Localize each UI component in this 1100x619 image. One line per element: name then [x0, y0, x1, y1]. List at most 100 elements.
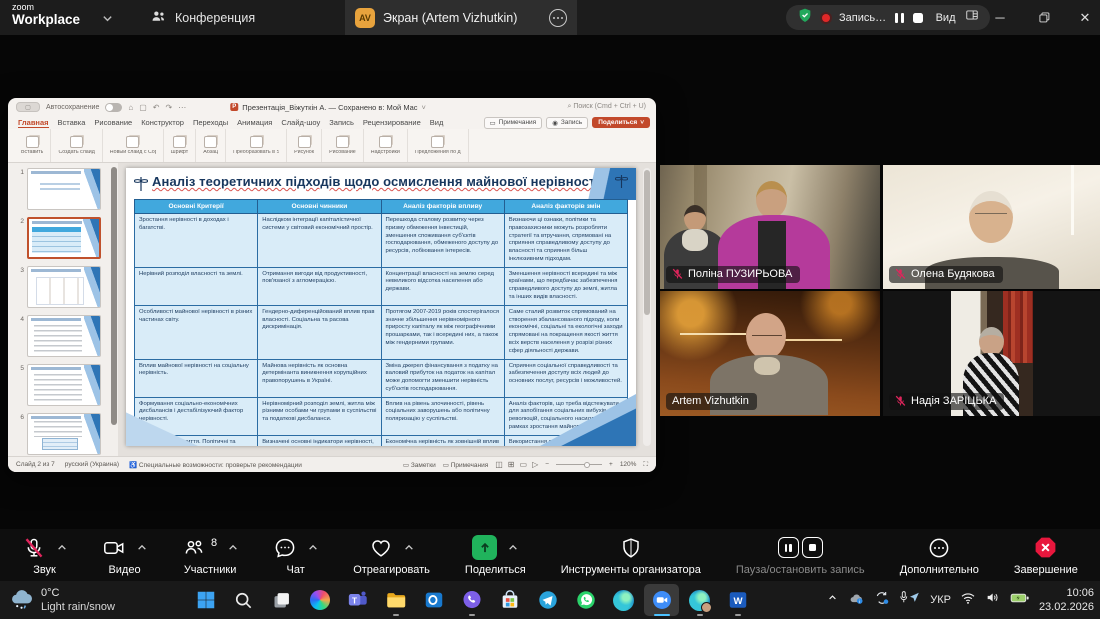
- toolbar-record-pause-button[interactable]: Пауза/остановить запись: [736, 535, 865, 576]
- toolbar-video-button[interactable]: Видео: [102, 535, 147, 576]
- toolbar-participants-button[interactable]: 8Участники: [182, 535, 238, 576]
- close-button[interactable]: ✕: [1070, 0, 1100, 35]
- taskbar-edge-button[interactable]: [606, 584, 641, 616]
- slide-thumbnail-6[interactable]: [27, 413, 101, 455]
- toolbar-chat-button[interactable]: Чат: [273, 535, 318, 576]
- ribbon-group-1[interactable]: Создать слайд: [51, 129, 102, 162]
- volume-icon[interactable]: [985, 590, 1001, 610]
- zoom-in-icon[interactable]: +: [609, 461, 613, 468]
- restore-button[interactable]: [1029, 0, 1059, 35]
- zoom-level[interactable]: 120%: [620, 461, 637, 468]
- taskbar-store-button[interactable]: [492, 584, 527, 616]
- toolbar-more-button[interactable]: Дополнительно: [900, 535, 979, 576]
- ribbon-group-9[interactable]: Предложения по дизайну: [408, 129, 469, 162]
- share-button[interactable]: Поделиться ˅: [592, 117, 650, 128]
- ribbon-group-7[interactable]: Рисование: [322, 129, 364, 162]
- taskbar-word-button[interactable]: W: [720, 584, 755, 616]
- taskbar-weather-widget[interactable]: 0°C Light rain/snow: [8, 585, 115, 616]
- comments-button[interactable]: ▭ Примечания: [484, 117, 543, 129]
- keyboard-language[interactable]: УКР: [930, 594, 951, 606]
- slide-thumbnail-2[interactable]: [27, 217, 101, 259]
- taskbar-clock[interactable]: 10:06 23.02.2026: [1039, 586, 1094, 615]
- toolbar-share-button[interactable]: Поделиться: [465, 535, 526, 576]
- slide-scrollbar[interactable]: [643, 168, 651, 446]
- taskbar-explorer-button[interactable]: [378, 584, 413, 616]
- record-button[interactable]: ◉ Запись: [546, 117, 588, 129]
- autosave-toggle[interactable]: [105, 103, 122, 112]
- redo-icon[interactable]: ↷: [165, 103, 172, 112]
- participant-tile-olena[interactable]: Олена Будякова: [883, 165, 1100, 289]
- wifi-icon[interactable]: [960, 591, 976, 610]
- save-icon[interactable]: ▢: [139, 103, 147, 112]
- ribbon-group-0[interactable]: Вставить: [14, 129, 51, 162]
- chevron-down-icon[interactable]: [102, 11, 113, 29]
- ribbon-tab-8[interactable]: Рецензирование: [363, 118, 421, 127]
- taskbar-search-button[interactable]: [226, 584, 261, 616]
- record-stop-button[interactable]: [913, 13, 923, 23]
- slide-thumbnail-4[interactable]: [27, 315, 101, 357]
- tab-shared-screen[interactable]: AV Экран (Artem Vizhutkin): [345, 0, 577, 35]
- taskbar-telegram-button[interactable]: [530, 584, 565, 616]
- toolbar-end-button[interactable]: Завершение: [1014, 535, 1078, 576]
- ribbon-tab-6[interactable]: Слайд-шоу: [281, 118, 320, 127]
- participant-tile-artem[interactable]: Artem Vizhutkin: [660, 291, 880, 416]
- battery-icon[interactable]: [1010, 591, 1030, 610]
- view-button-label[interactable]: Вид: [936, 12, 956, 24]
- ribbon-group-4[interactable]: Абзац: [196, 129, 226, 162]
- ribbon-group-8[interactable]: Надстройки: [364, 129, 408, 162]
- slide-thumbnail-3[interactable]: [27, 266, 101, 308]
- ribbon-tab-5[interactable]: Анимация: [237, 118, 272, 127]
- toolbar-audio-button[interactable]: Звук: [22, 535, 67, 576]
- normal-view-icon[interactable]: ◫: [495, 460, 503, 469]
- ribbon-tab-9[interactable]: Вид: [430, 118, 444, 127]
- slide-sorter-icon[interactable]: ⊞: [508, 460, 515, 469]
- taskbar-edge-profile-button[interactable]: [682, 584, 717, 616]
- zoom-slider[interactable]: [556, 464, 602, 465]
- chevron-up-icon[interactable]: [404, 539, 414, 557]
- record-pause-button[interactable]: [895, 13, 904, 23]
- comments-statusbar-button[interactable]: ▭ Примечания: [443, 461, 488, 469]
- accessibility-status[interactable]: ♿ Специальные возможности: проверьте рек…: [129, 461, 302, 469]
- slide-thumbnail-1[interactable]: [27, 168, 101, 210]
- ribbon-tab-2[interactable]: Рисование: [94, 118, 132, 127]
- reading-view-icon[interactable]: ▭: [520, 460, 528, 469]
- participant-tile-nadiya[interactable]: Надія ЗАРІЦЬКА: [883, 291, 1100, 416]
- search-field[interactable]: ⌕ Поиск (Cmd + Ctrl + U): [567, 103, 646, 111]
- chevron-up-icon[interactable]: [57, 539, 67, 557]
- chevron-up-icon[interactable]: [137, 539, 147, 557]
- toolbar-react-button[interactable]: Отреагировать: [353, 535, 430, 576]
- window-controls-icon[interactable]: ▢: [16, 102, 40, 112]
- home-icon[interactable]: ⌂: [128, 103, 133, 112]
- ribbon-group-6[interactable]: Рисунок: [287, 129, 322, 162]
- tray-chevron-up-icon[interactable]: [826, 591, 839, 609]
- taskbar-viber-button[interactable]: [454, 584, 489, 616]
- onedrive-icon[interactable]: i: [848, 590, 865, 610]
- ribbon-group-2[interactable]: Новый слайд с Copilot: [103, 129, 164, 162]
- tab-meeting[interactable]: Конференция: [150, 0, 255, 35]
- view-grid-icon[interactable]: [965, 8, 979, 27]
- taskbar-outlook-button[interactable]: [416, 584, 451, 616]
- ribbon-tab-7[interactable]: Запись: [329, 118, 354, 127]
- slideshow-icon[interactable]: ▷: [532, 460, 538, 469]
- sync-icon[interactable]: [874, 590, 890, 611]
- taskbar-start-button[interactable]: [188, 584, 223, 616]
- toolbar-host-tools-button[interactable]: Инструменты организатора: [561, 535, 701, 576]
- chevron-up-icon[interactable]: [508, 539, 518, 557]
- ribbon-group-5[interactable]: Преобразовать в SmartArt: [226, 129, 287, 162]
- ribbon-tab-4[interactable]: Переходы: [193, 118, 228, 127]
- ribbon-tab-0[interactable]: Главная: [18, 118, 49, 128]
- slide-thumbnail-5[interactable]: [27, 364, 101, 406]
- zoom-out-icon[interactable]: −: [545, 461, 549, 468]
- more-options-icon[interactable]: [549, 9, 567, 27]
- chevron-up-icon[interactable]: [308, 539, 318, 557]
- mic-location-icons[interactable]: [899, 590, 921, 610]
- notes-button[interactable]: ▭ Заметки: [403, 461, 436, 469]
- taskbar-teams-button[interactable]: T: [340, 584, 375, 616]
- taskbar-copilot-button[interactable]: [302, 584, 337, 616]
- ribbon-tab-1[interactable]: Вставка: [58, 118, 86, 127]
- taskbar-whatsapp-button[interactable]: [568, 584, 603, 616]
- participant-tile-polina[interactable]: Поліна ПУЗИРЬОВА: [660, 165, 880, 289]
- fit-slide-icon[interactable]: ⛶: [643, 461, 648, 469]
- ribbon-tab-3[interactable]: Конструктор: [141, 118, 184, 127]
- chevron-up-icon[interactable]: [228, 539, 238, 557]
